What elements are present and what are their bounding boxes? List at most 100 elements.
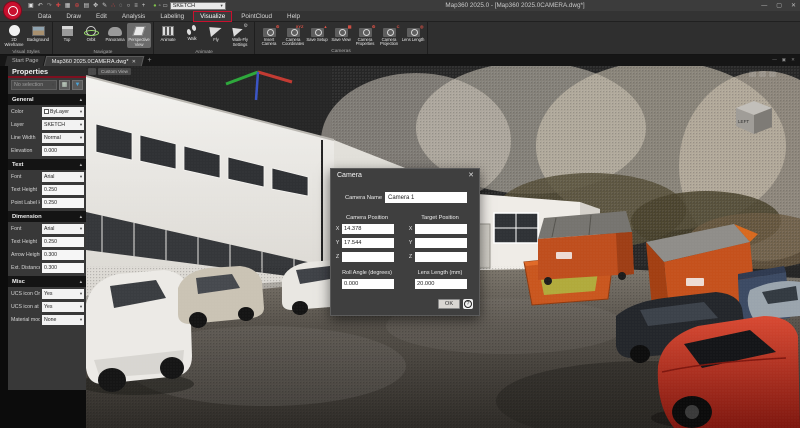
menu-tab-data[interactable]: Data: [32, 12, 57, 21]
ribbon-button-background[interactable]: Background: [26, 23, 50, 48]
plus-icon[interactable]: +: [142, 2, 146, 10]
viewport-menu-button[interactable]: [88, 68, 96, 75]
prop-point-label-height-input[interactable]: 0.250: [42, 197, 84, 208]
ribbon-button-panorama[interactable]: Panorama: [103, 23, 127, 48]
camera-name-input[interactable]: Camera 1: [385, 192, 467, 203]
viewport-3d[interactable]: LEFT Custom View Camera ✕ Camera Name Ca…: [86, 66, 800, 428]
viewport-tool-icon[interactable]: [749, 71, 756, 77]
prop-font-dropdown[interactable]: Arial ▾: [42, 171, 84, 182]
roll-angle-input[interactable]: 0.000: [342, 279, 394, 289]
quick-select-icon[interactable]: ▦: [59, 80, 70, 90]
close-icon[interactable]: ✕: [468, 171, 474, 179]
minimize-icon[interactable]: —: [761, 2, 767, 10]
new-tab-button[interactable]: +: [147, 56, 151, 66]
prop-line-width-dropdown[interactable]: Normal ▾: [42, 132, 84, 143]
menu-tab-analysis[interactable]: Analysis: [116, 12, 151, 21]
ribbon-button-lens-length[interactable]: Lens Length: [401, 23, 425, 47]
redo-icon[interactable]: ↷: [47, 2, 52, 10]
ribbon-button-walk-fly-settings[interactable]: Walk-Fly Settings: [228, 23, 252, 48]
prop-row-layer: Layer SKETCH ▾: [11, 119, 84, 130]
lens-length-input[interactable]: 20.000: [415, 279, 467, 289]
target-position-z-input[interactable]: [415, 252, 467, 262]
menu-tab-edit[interactable]: Edit: [90, 12, 113, 21]
add-point-icon[interactable]: ✚: [56, 2, 61, 10]
ribbon-button-save-setup[interactable]: Save Setup: [305, 23, 329, 47]
menu-tabs: Data Draw Edit Analysis Labeling Visualize Poi…: [0, 10, 800, 22]
layer-select[interactable]: SKETCH ▾: [169, 1, 226, 10]
ribbon-button-save-view[interactable]: Save View: [329, 23, 353, 47]
prop-ucs-icon-at-origin-dropdown[interactable]: Yes ▾: [42, 301, 84, 312]
layer-lock-icon[interactable]: ▫: [159, 2, 161, 10]
prop-ucs-icon-on-dropdown[interactable]: Yes ▾: [42, 288, 84, 299]
ribbon-button-top[interactable]: Top: [55, 23, 79, 48]
layer-grid-icon[interactable]: ▭: [163, 2, 168, 10]
close-tab-icon[interactable]: ✕: [132, 59, 136, 65]
maximize-icon[interactable]: ▢: [776, 2, 782, 10]
ribbon-button-orbit[interactable]: Orbit: [79, 23, 103, 48]
selection-buttons: ▦ ▼: [59, 80, 83, 90]
layer-color-icon[interactable]: ●: [153, 2, 156, 10]
menu-tab-visualize[interactable]: Visualize: [193, 10, 233, 22]
viewport-tool-icon[interactable]: [769, 71, 776, 77]
prop-text-height-input[interactable]: 0.250: [42, 184, 84, 195]
prop-material-mode-dropdown[interactable]: None ▾: [42, 314, 84, 325]
ribbon-button-camera-projection[interactable]: Camera Projection: [377, 23, 401, 47]
doc-close-icon[interactable]: ✕: [791, 57, 795, 63]
circle-icon[interactable]: ○: [127, 2, 131, 10]
ribbon-button-animate[interactable]: Animate: [156, 23, 180, 48]
top-view-icon: [61, 26, 73, 36]
undo-icon[interactable]: ↶: [38, 2, 43, 10]
prop-font-dropdown[interactable]: Arial ▾: [42, 223, 84, 234]
ribbon-button-perspective-view[interactable]: Perspective View: [127, 23, 151, 48]
prop-elevation-input[interactable]: 0.000: [42, 145, 84, 156]
target-icon[interactable]: ⊕: [74, 2, 79, 10]
section-header-general[interactable]: General ▴: [8, 94, 86, 105]
camera-position-y-input[interactable]: 17.544: [342, 238, 394, 248]
camera-position-z-input[interactable]: [342, 252, 394, 262]
doc-restore-icon[interactable]: ▣: [782, 57, 786, 63]
chevron-down-icon: ▾: [79, 225, 82, 231]
prop-ext-distance-input[interactable]: 0.300: [42, 262, 84, 273]
select-icon[interactable]: ▦: [65, 2, 71, 10]
menu-tab-pointcloud[interactable]: PointCloud: [235, 12, 278, 21]
menu-tab-draw[interactable]: Draw: [60, 12, 87, 21]
app-logo-icon[interactable]: [3, 1, 22, 20]
doc-tab-map360-2025-0camera-dwg[interactable]: Map360 2025.0CAMERA.dwg* ✕: [44, 56, 145, 66]
prop-row-point-label-height: Point Label Height0.250: [8, 196, 86, 209]
ribbon-button-fly[interactable]: Fly: [204, 23, 228, 48]
ribbon-button-camera-properties[interactable]: Camera Properties: [353, 23, 377, 47]
doc-tab-start-page[interactable]: Start Page: [4, 56, 46, 66]
viewport-tool-icon[interactable]: [759, 71, 766, 77]
image-icon[interactable]: ▤: [83, 2, 89, 10]
prop-color-dropdown[interactable]: ByLayer ▾: [42, 106, 84, 117]
doc-minimize-icon[interactable]: —: [772, 57, 777, 63]
scan-icon[interactable]: ◌: [119, 2, 123, 10]
section-header-misc[interactable]: Misc ▴: [8, 276, 86, 287]
save-icon[interactable]: ▣: [28, 2, 34, 10]
ok-button[interactable]: OK: [438, 299, 460, 309]
selection-dropdown[interactable]: No selection ▾: [11, 80, 57, 90]
sketch-icon[interactable]: ✎: [102, 2, 107, 10]
section-header-dimension[interactable]: Dimension ▴: [8, 211, 86, 222]
section-header-text[interactable]: Text ▴: [8, 159, 86, 170]
list-icon[interactable]: ≡: [134, 2, 138, 10]
close-icon[interactable]: ✕: [791, 2, 796, 10]
filter-icon[interactable]: ▼: [72, 80, 83, 90]
camera-position-x-input[interactable]: 14.378: [342, 224, 394, 234]
viewport-view-button[interactable]: Custom View: [98, 68, 131, 75]
ribbon-button-camera-coordinates[interactable]: Camera Coordinates: [281, 23, 305, 47]
prop-arrow-height-input[interactable]: 0.300: [42, 249, 84, 260]
help-button[interactable]: ?: [463, 299, 473, 309]
left-gutter: [0, 66, 8, 428]
move-icon[interactable]: ✥: [93, 2, 98, 10]
points-icon[interactable]: ∴: [111, 2, 115, 10]
prop-text-height-input[interactable]: 0.250: [42, 236, 84, 247]
target-position-x-input[interactable]: [415, 224, 467, 234]
target-position-y-input[interactable]: [415, 238, 467, 248]
menu-tab-labeling[interactable]: Labeling: [154, 12, 190, 21]
ribbon-button-2d-wireframe[interactable]: 2D Wireframe: [2, 23, 26, 48]
ribbon-button-walk[interactable]: Walk: [180, 23, 204, 48]
ribbon-button-insert-camera[interactable]: Insert Camera: [257, 23, 281, 47]
menu-tab-help[interactable]: Help: [281, 12, 306, 21]
prop-layer-dropdown[interactable]: SKETCH ▾: [42, 119, 84, 130]
